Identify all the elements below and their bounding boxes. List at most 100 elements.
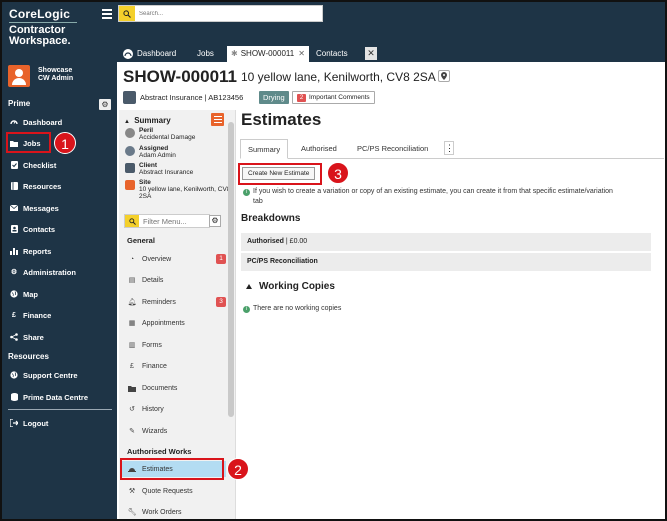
insurer-text: Abstract Insurance | AB123456 — [140, 93, 244, 102]
insurer-info: Abstract Insurance | AB123456 — [123, 91, 243, 104]
menu-item-forms[interactable]: ▥ Forms — [122, 337, 226, 353]
sidebar-item-label: Support Centre — [23, 370, 78, 380]
menu-group-general: General — [127, 236, 155, 245]
info-icon — [125, 128, 135, 138]
globe-icon — [10, 290, 18, 298]
breakdowns-heading: Breakdowns — [241, 213, 301, 224]
close-all-tabs-icon[interactable]: ✕ — [365, 47, 377, 60]
side-panel-scrollbar[interactable] — [228, 122, 234, 417]
menu-item-work-orders[interactable]: 🔧︎ Work Orders — [122, 504, 226, 519]
hamburger-menu-icon[interactable] — [102, 9, 112, 19]
summary-menu-icon[interactable] — [211, 113, 224, 126]
envelope-icon — [10, 204, 18, 212]
gear-icon[interactable]: ⚙ — [209, 215, 221, 227]
menu-item-label: Overview — [142, 255, 172, 263]
sidebar-item-dashboard[interactable]: Dashboard — [5, 113, 113, 131]
callout-1: 1 — [54, 132, 76, 154]
summary-title: Summary — [134, 116, 171, 125]
menu-item-appointments[interactable]: ▦ Appointments — [122, 315, 226, 331]
tab-contacts[interactable]: Contacts — [316, 46, 348, 62]
important-comments-button[interactable]: 2 Important Comments — [292, 91, 375, 104]
tab-label: SHOW-000011 — [240, 49, 295, 58]
menu-item-history[interactable]: ↺ History — [122, 401, 226, 417]
folder-icon — [128, 384, 136, 392]
info-text: If you wish to create a variation or cop… — [253, 188, 613, 195]
wrench-icon: 🔧︎ — [127, 509, 137, 516]
breakdown-pcps-row[interactable]: PC/PS Reconciliation — [241, 253, 651, 271]
summary-heading[interactable]: ▲ Summary — [124, 116, 171, 125]
menu-item-label: Work Orders — [142, 508, 182, 516]
summary-value: Abstract Insurance — [139, 169, 194, 176]
sidebar-item-reports[interactable]: Reports — [5, 242, 113, 260]
search-icon[interactable] — [125, 215, 139, 227]
menu-item-label: Documents — [142, 384, 178, 392]
contact-card-icon — [10, 225, 18, 233]
tab-dashboard[interactable]: Dashboard — [123, 46, 176, 62]
count-badge: 3 — [216, 297, 226, 307]
highlight-estimates — [120, 458, 224, 480]
tab-authorised[interactable]: Authorised — [301, 139, 337, 159]
calendar-icon: ▦ — [128, 320, 136, 327]
menu-item-label: History — [142, 405, 164, 413]
menu-item-details[interactable]: ▤ Details — [122, 272, 226, 288]
more-options-icon[interactable]: ⋮ — [444, 141, 454, 155]
sidebar-item-resources[interactable]: Resources — [5, 177, 113, 195]
sidebar-item-messages[interactable]: Messages — [5, 199, 113, 217]
info-icon: i — [243, 306, 250, 313]
info-icon: i — [243, 189, 250, 196]
menu-item-label: Quote Requests — [142, 487, 193, 495]
tab-summary[interactable]: Summary — [240, 139, 289, 159]
sidebar-item-contacts[interactable]: Contacts — [5, 220, 113, 238]
job-id-title: SHOW-000011 — [123, 67, 237, 86]
menu-item-documents[interactable]: Documents — [122, 380, 226, 396]
tab-show-000011[interactable]: ✱ SHOW-000011 ✕ — [227, 46, 309, 62]
menu-item-label: Appointments — [142, 319, 185, 327]
sidebar-divider — [8, 409, 112, 410]
sidebar-item-support-centre[interactable]: Support Centre — [5, 366, 113, 384]
close-icon[interactable]: ✕ — [298, 46, 305, 62]
summary-label: Peril — [139, 127, 154, 134]
working-copies-heading[interactable]: Working Copies — [246, 281, 335, 292]
sidebar-item-administration[interactable]: ⚙ Administration — [5, 263, 113, 281]
client-logo-icon — [125, 163, 135, 173]
sidebar-item-label: Messages — [23, 203, 59, 213]
menu-item-overview[interactable]: ◔ Overview 1 — [122, 251, 226, 267]
menu-item-finance[interactable]: £ Finance — [122, 358, 226, 374]
gear-icon[interactable]: ⚙ — [99, 99, 111, 110]
count-badge: 1 — [216, 254, 226, 264]
tab-jobs[interactable]: Jobs — [197, 46, 214, 62]
user-profile[interactable]: Showcase CW Admin — [8, 65, 112, 91]
summary-label: Assigned — [139, 145, 169, 152]
search-input[interactable] — [139, 8, 319, 19]
breakdown-authorised-row[interactable]: Authorised | £0.00 — [241, 233, 651, 251]
sidebar-item-label: Logout — [23, 418, 49, 428]
search-icon[interactable] — [119, 6, 135, 21]
brand-logo: CoreLogic — [9, 7, 71, 21]
sidebar-item-logout[interactable]: Logout — [5, 414, 113, 432]
working-copies-title: Working Copies — [259, 281, 335, 292]
sidebar-item-share[interactable]: Share — [5, 328, 113, 346]
section-resources: Resources — [8, 352, 49, 361]
sidebar-item-checklist[interactable]: Checklist — [5, 156, 113, 174]
menu-item-reminders[interactable]: 🔔︎ Reminders 3 — [122, 294, 226, 310]
sidebar-item-map[interactable]: Map — [5, 285, 113, 303]
sidebar-item-label: Resources — [23, 181, 62, 191]
brand: CoreLogic Contractor Workspace. — [9, 7, 109, 47]
no-working-copies-message: i There are no working copies — [243, 304, 341, 313]
sidebar-item-prime-data-centre[interactable]: Prime Data Centre — [5, 388, 113, 406]
user-avatar-icon — [125, 146, 135, 156]
status-badge: Drying — [259, 91, 289, 104]
sidebar-item-finance[interactable]: £ Finance — [5, 306, 113, 324]
menu-item-quote-requests[interactable]: ⚒ Quote Requests — [122, 483, 226, 499]
tab-pcps-reconciliation[interactable]: PC/PS Reconciliation — [357, 139, 428, 159]
filter-menu — [124, 214, 210, 228]
bell-icon: 🔔︎ — [127, 299, 137, 306]
menu-item-wizards[interactable]: ✎ Wizards — [122, 423, 226, 439]
caret-up-icon: ▲ — [124, 119, 130, 125]
menu-item-label: Details — [142, 276, 164, 284]
pound-icon: £ — [12, 311, 16, 319]
history-icon: ↺ — [129, 406, 135, 413]
filter-menu-input[interactable] — [143, 216, 207, 226]
document-icon: ▤ — [128, 277, 136, 284]
map-pin-icon[interactable] — [438, 70, 450, 82]
